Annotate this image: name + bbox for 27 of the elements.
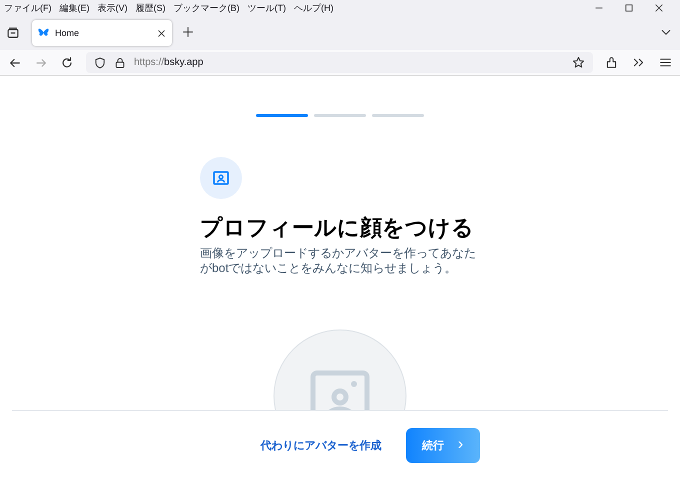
close-icon[interactable]: [654, 3, 664, 13]
shield-icon[interactable]: [94, 56, 106, 68]
reload-icon[interactable]: [60, 56, 74, 70]
address-bar[interactable]: https://bsky.app: [86, 52, 593, 73]
menu-item[interactable]: ブックマーク(B): [174, 2, 240, 14]
create-avatar-link[interactable]: 代わりにアバターを作成: [260, 438, 382, 452]
menu-item[interactable]: ファイル(F): [4, 2, 52, 14]
menu-item[interactable]: 履歴(S): [136, 2, 166, 14]
description-text: 画像をアップロードするかアバターを作ってあなたがbotではないことをみんなに知らせましょう。: [200, 246, 477, 276]
close-tab-icon[interactable]: [157, 28, 166, 38]
menu-item[interactable]: ヘルプ(H): [294, 2, 334, 14]
maximize-icon[interactable]: [624, 3, 634, 13]
lock-icon: [114, 56, 126, 68]
chevrons-icon[interactable]: [632, 56, 645, 69]
extensions-icon[interactable]: [605, 56, 618, 69]
butterfly-icon: [38, 28, 49, 38]
menu-item[interactable]: 編集(E): [60, 2, 90, 14]
menu-item[interactable]: ツール(T): [248, 2, 286, 14]
new-tab-icon[interactable]: [182, 26, 194, 38]
star-icon[interactable]: [572, 56, 585, 69]
url-text: https://bsky.app: [134, 57, 204, 68]
tab-list-icon[interactable]: [6, 26, 20, 40]
menu-icon[interactable]: [659, 56, 672, 69]
browser-tab[interactable]: Home: [32, 20, 172, 46]
id-card-icon: [213, 171, 229, 185]
page-title: プロフィールに顔をつける: [200, 214, 475, 242]
menu-item[interactable]: 表示(V): [98, 2, 128, 14]
